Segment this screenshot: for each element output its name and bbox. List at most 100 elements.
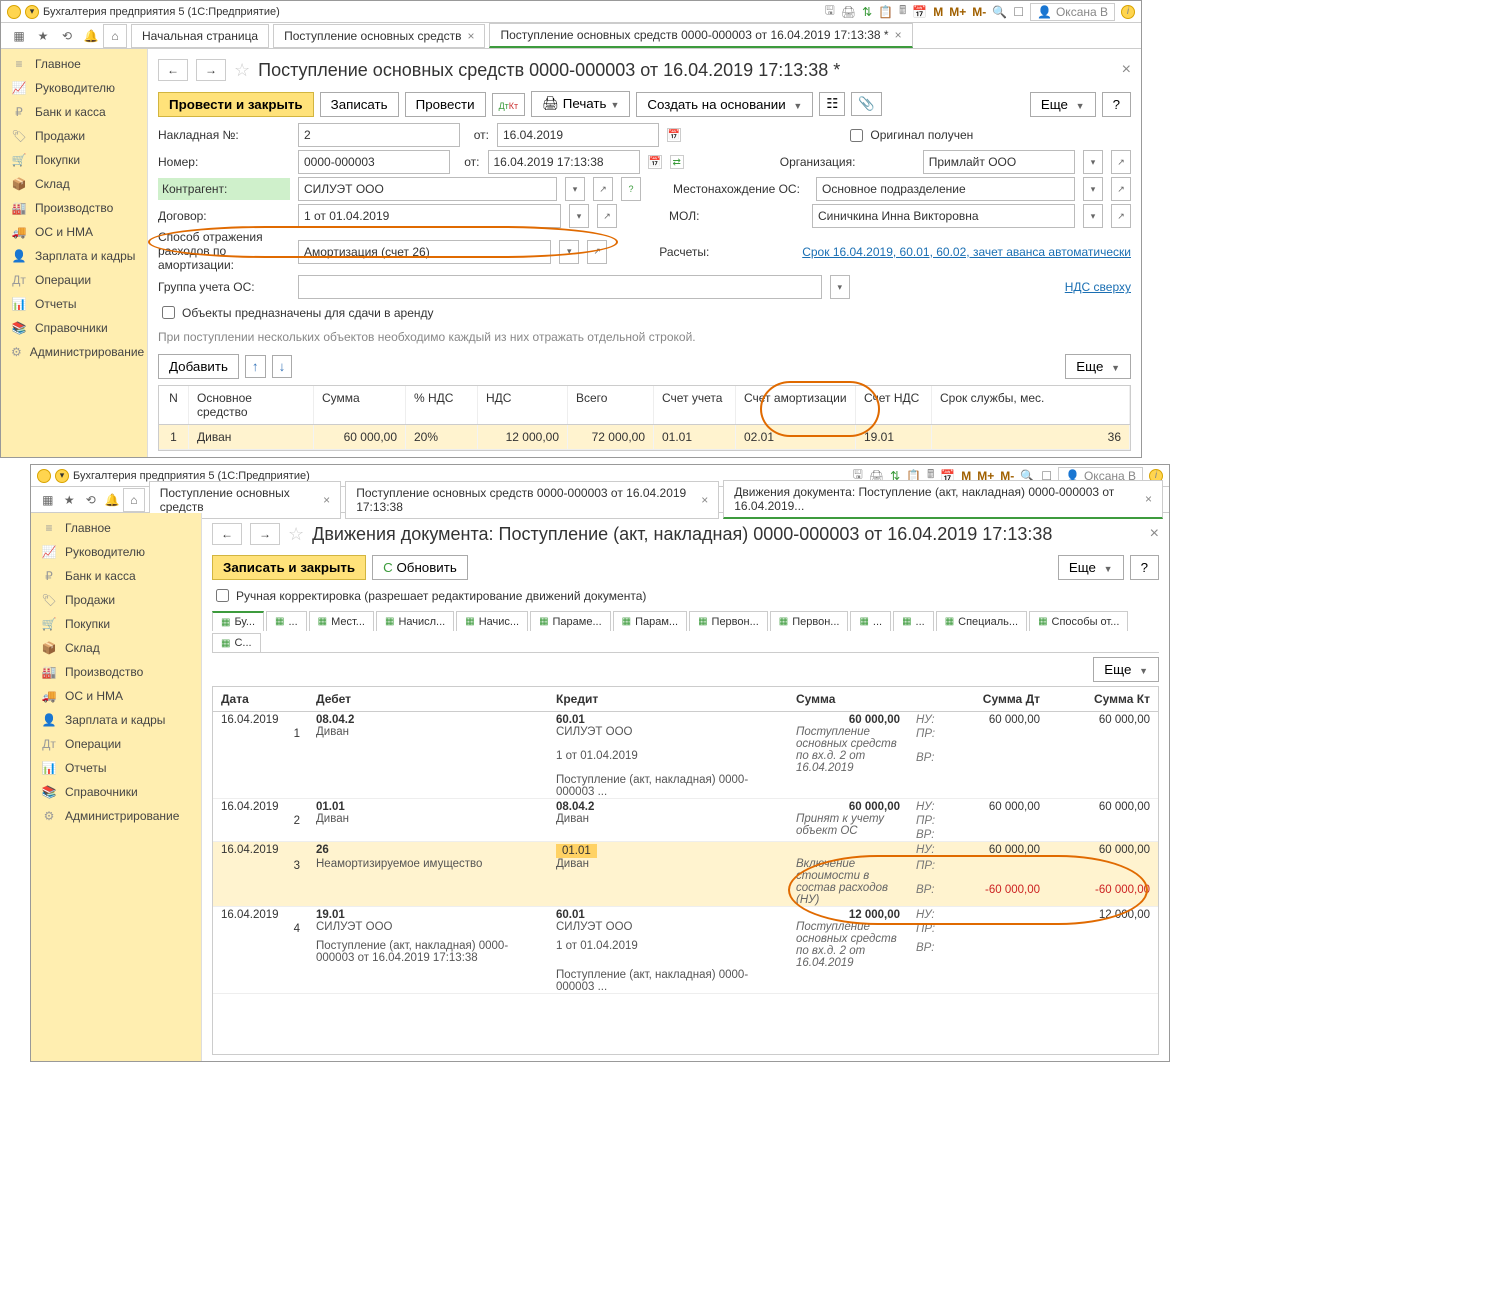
dropdown-icon[interactable]: ▾ — [565, 177, 585, 201]
sidebar-item[interactable]: 🛒Покупки — [1, 148, 147, 172]
sidebar-item[interactable]: 📚Справочники — [31, 780, 201, 804]
sidebar-item[interactable]: ₽Банк и касса — [31, 564, 201, 588]
sidebar-item[interactable]: 📈Руководителю — [31, 540, 201, 564]
register-tab[interactable]: ▦Первон... — [770, 611, 849, 631]
register-tab[interactable]: ▦... — [850, 611, 891, 631]
contragent-input[interactable]: СИЛУЭТ ООО — [298, 177, 557, 201]
sidebar-item[interactable]: ДтОперации — [31, 732, 201, 756]
back-button[interactable]: ← — [158, 59, 188, 81]
dropdown-icon[interactable]: ▾ — [55, 469, 69, 483]
print-button[interactable]: 🖨 Печать▼ — [531, 91, 630, 117]
add-button[interactable]: Добавить — [158, 354, 239, 379]
sidebar-item[interactable]: 👤Зарплата и кадры — [1, 244, 147, 268]
sync-icon[interactable]: ⇄ — [670, 155, 684, 169]
unknown-box-icon[interactable]: ☐ — [1013, 5, 1024, 19]
org-input[interactable]: Примлайт ООО — [923, 150, 1075, 174]
dropdown-icon[interactable]: ▾ — [1083, 177, 1103, 201]
mplus-button[interactable]: М+ — [949, 5, 966, 19]
register-tab[interactable]: ▦Первон... — [689, 611, 768, 631]
sidebar-item[interactable]: 📦Склад — [31, 636, 201, 660]
more-button[interactable]: Еще ▼ — [1065, 354, 1131, 379]
help-button[interactable]: ? — [1130, 555, 1159, 580]
bell-icon[interactable]: 🔔 — [102, 488, 124, 512]
amort-input[interactable]: Амортизация (счет 26) — [298, 240, 551, 264]
save-icon[interactable]: 🖫 — [825, 1, 835, 22]
movement-row[interactable]: 16.04.2019 26 01.01 НУ: 60 000,00 60 000… — [213, 842, 1158, 907]
sidebar-item[interactable]: 📊Отчеты — [31, 756, 201, 780]
back-button[interactable]: ← — [212, 523, 242, 545]
sidebar-item[interactable]: ≡Главное — [31, 516, 201, 540]
sidebar-item[interactable]: 🚚ОС и НМА — [1, 220, 147, 244]
forward-button[interactable]: → — [196, 59, 226, 81]
manual-edit-checkbox[interactable]: Ручная корректировка (разрешает редактир… — [212, 586, 1159, 605]
register-tab[interactable]: ▦Мест... — [309, 611, 374, 631]
dropdown-icon[interactable]: ▾ — [559, 240, 579, 264]
open-icon[interactable]: ↗ — [1111, 204, 1131, 228]
write-close-button[interactable]: Записать и закрыть — [212, 555, 366, 580]
compare-icon[interactable]: ⇅ — [862, 5, 872, 19]
close-icon[interactable]: × — [701, 493, 708, 507]
register-tab[interactable]: ▦Специаль... — [936, 611, 1027, 631]
open-icon[interactable]: ↗ — [1111, 177, 1131, 201]
register-tab[interactable]: ▦... — [893, 611, 934, 631]
sidebar-item[interactable]: 📚Справочники — [1, 316, 147, 340]
original-checkbox[interactable]: Оригинал получен — [846, 126, 973, 145]
post-close-button[interactable]: Провести и закрыть — [158, 92, 314, 117]
dtkt-button[interactable]: ДтКт — [492, 93, 526, 116]
open-icon[interactable]: ↗ — [597, 204, 617, 228]
open-icon[interactable]: ↗ — [1111, 150, 1131, 174]
sidebar-item[interactable]: ДтОперации — [1, 268, 147, 292]
group-input[interactable] — [298, 275, 822, 299]
more-button[interactable]: Еще ▼ — [1093, 657, 1159, 682]
grid-row[interactable]: 1 Диван 60 000,00 20% 12 000,00 72 000,0… — [159, 425, 1130, 450]
register-tab[interactable]: ▦С... — [212, 633, 261, 652]
open-icon[interactable]: ↗ — [587, 240, 607, 264]
apps-icon[interactable]: ▦ — [37, 488, 59, 512]
close-icon[interactable]: × — [1145, 492, 1152, 506]
user-badge[interactable]: 👤 Оксана В — [1030, 3, 1115, 21]
register-tab[interactable]: ▦Способы от... — [1029, 611, 1128, 631]
sidebar-item[interactable]: 📊Отчеты — [1, 292, 147, 316]
register-tab[interactable]: ▦... — [266, 611, 307, 631]
calendar-icon[interactable]: 📅 — [667, 128, 681, 142]
sidebar-item[interactable]: ⚙Администрирование — [31, 804, 201, 828]
move-down-button[interactable]: ↓ — [272, 355, 293, 378]
help-icon[interactable]: ? — [621, 177, 641, 201]
sidebar-item[interactable]: ⚙Администрирование — [1, 340, 147, 364]
tab-1[interactable]: Поступление основных средств× — [273, 24, 485, 48]
register-tab[interactable]: ▦Парам... — [613, 611, 687, 631]
forward-button[interactable]: → — [250, 523, 280, 545]
favorite-star-icon[interactable]: ☆ — [288, 524, 304, 545]
sidebar-item[interactable]: 🏭Производство — [31, 660, 201, 684]
movement-row[interactable]: 16.04.2019 01.01 08.04.2 60 000,00 НУ: 6… — [213, 799, 1158, 842]
more-button[interactable]: Еще ▼ — [1030, 92, 1096, 117]
open-icon[interactable]: ↗ — [593, 177, 613, 201]
sidebar-item[interactable]: 🚚ОС и НМА — [31, 684, 201, 708]
register-tab[interactable]: ▦Параме... — [530, 611, 611, 631]
post-button[interactable]: Провести — [405, 92, 486, 117]
attach-button[interactable]: 📎 — [851, 92, 882, 116]
calendar-icon[interactable]: 📅 — [648, 155, 662, 169]
favorite-star-icon[interactable]: ☆ — [234, 60, 250, 81]
calendar-icon[interactable]: 📅 — [912, 5, 927, 19]
home-icon[interactable]: ⌂ — [123, 488, 145, 512]
move-up-button[interactable]: ↑ — [245, 355, 266, 378]
history-icon[interactable]: ⟲ — [55, 24, 79, 48]
star-icon[interactable]: ★ — [59, 488, 81, 512]
star-icon[interactable]: ★ — [31, 24, 55, 48]
refresh-button[interactable]: С Обновить — [372, 555, 468, 580]
nomer-input[interactable]: 0000-000003 — [298, 150, 450, 174]
clipboard-icon[interactable]: 📋 — [878, 5, 893, 19]
close-icon[interactable]: × — [1150, 525, 1159, 543]
sidebar-item[interactable]: 🏭Производство — [1, 196, 147, 220]
sidebar-item[interactable]: 📈Руководителю — [1, 76, 147, 100]
more-button[interactable]: Еще ▼ — [1058, 555, 1124, 580]
close-icon[interactable]: × — [467, 29, 474, 43]
dropdown-icon[interactable]: ▾ — [830, 275, 850, 299]
sidebar-item[interactable]: 🏷Продажи — [1, 124, 147, 148]
movement-row[interactable]: 16.04.2019 19.01 60.01 12 000,00 НУ: 12 … — [213, 907, 1158, 994]
register-tab[interactable]: ▦Начисл... — [376, 611, 454, 631]
history-icon[interactable]: ⟲ — [80, 488, 102, 512]
register-tab[interactable]: ▦Начис... — [456, 611, 528, 631]
close-icon[interactable]: × — [1122, 61, 1131, 79]
